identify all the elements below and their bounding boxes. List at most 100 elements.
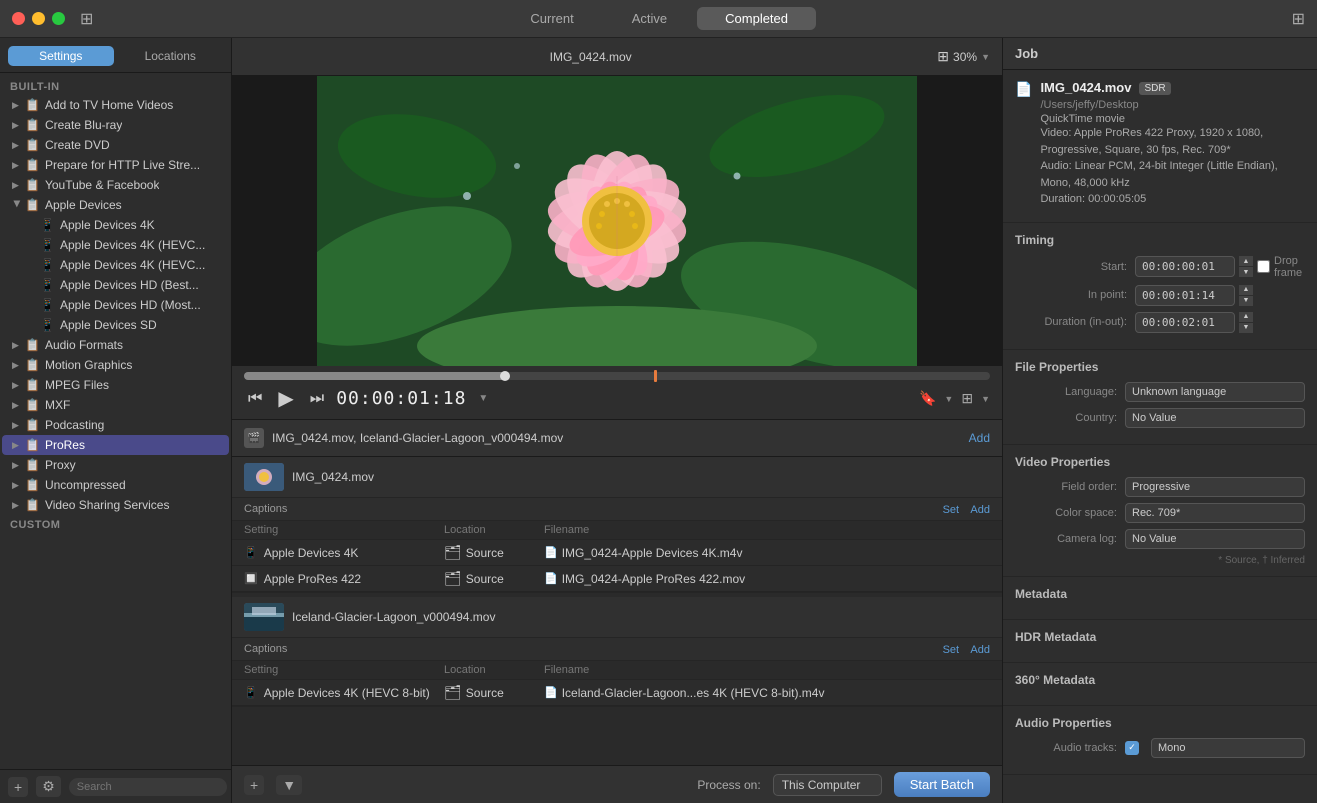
- chevron-icon: ▶: [12, 460, 22, 471]
- color-space-select[interactable]: Rec. 709*: [1125, 503, 1305, 523]
- duration-down-button[interactable]: ▼: [1239, 323, 1253, 333]
- tab-completed[interactable]: Completed: [697, 7, 816, 30]
- sidebar-item-video-sharing[interactable]: ▶ 📋 Video Sharing Services: [2, 495, 229, 515]
- metadata-section: Metadata: [1003, 577, 1317, 620]
- camera-log-value: No Value: [1125, 529, 1305, 549]
- in-point-input[interactable]: [1135, 285, 1235, 306]
- sidebar-item-podcasting[interactable]: ▶ 📋 Podcasting: [2, 415, 229, 435]
- bookmark-icon[interactable]: 🔖: [919, 390, 936, 407]
- sidebar-item-apple-sd[interactable]: 📱 Apple Devices SD: [2, 315, 229, 335]
- device-icon: 📱: [40, 318, 55, 332]
- chevron-icon: ▶: [12, 440, 22, 451]
- sidebar-toggle-icon[interactable]: ⊞: [80, 9, 93, 29]
- tab-settings[interactable]: Settings: [8, 46, 114, 66]
- play-button[interactable]: ▶: [274, 384, 297, 413]
- sidebar-item-blu-ray[interactable]: ▶ 📋 Create Blu-ray: [2, 115, 229, 135]
- captions-actions: Set Add: [943, 502, 990, 516]
- duration-label: Duration (in-out):: [1015, 316, 1135, 328]
- tab-locations[interactable]: Locations: [118, 46, 224, 66]
- duration-input[interactable]: [1135, 312, 1235, 333]
- layout-icon[interactable]: ⊞: [1292, 9, 1305, 29]
- country-label: Country:: [1015, 412, 1125, 424]
- scrubber-thumb[interactable]: [500, 371, 510, 381]
- table-row: 📱 Apple Devices 4K (HEVC 8-bit) 🗂 Source…: [232, 680, 1002, 706]
- job-settings-button[interactable]: ▼: [276, 775, 302, 795]
- language-select[interactable]: Unknown language: [1125, 382, 1305, 402]
- add-output-button[interactable]: Add: [969, 431, 990, 445]
- start-field: Start: ▲ ▼ Drop frame: [1015, 255, 1305, 279]
- sidebar-item-mxf[interactable]: ▶ 📋 MXF: [2, 395, 229, 415]
- sidebar-item-audio-formats[interactable]: ▶ 📋 Audio Formats: [2, 335, 229, 355]
- process-select[interactable]: This Computer: [773, 774, 882, 796]
- col-location-header: Location: [444, 664, 544, 676]
- captions-add-button[interactable]: Add: [970, 504, 990, 516]
- preset-icon: 📋: [25, 158, 40, 172]
- sidebar-item-label: Audio Formats: [45, 338, 123, 352]
- preset-icon: 📋: [25, 438, 40, 452]
- sidebar-item-motion-graphics[interactable]: ▶ 📋 Motion Graphics: [2, 355, 229, 375]
- chevron-down-icon[interactable]: ▼: [944, 394, 953, 404]
- go-to-end-button[interactable]: ⏭: [306, 388, 328, 410]
- center-panel: IMG_0424.mov ⊞ 30% ▼: [232, 38, 1002, 803]
- sidebar-item-proxy[interactable]: ▶ 📋 Proxy: [2, 455, 229, 475]
- chevron-icon: ▶: [12, 180, 22, 191]
- scrubber-track[interactable]: [244, 372, 990, 380]
- captions-set-button[interactable]: Set: [943, 644, 960, 656]
- go-to-start-button[interactable]: ⏮: [244, 388, 266, 410]
- start-down-button[interactable]: ▼: [1239, 267, 1253, 277]
- drop-frame-checkbox: Drop frame: [1257, 255, 1305, 279]
- in-point-up-button[interactable]: ▲: [1239, 285, 1253, 295]
- captions-add-button[interactable]: Add: [970, 644, 990, 656]
- audio-tracks-select[interactable]: Mono: [1151, 738, 1305, 758]
- minimize-button[interactable]: [32, 12, 45, 25]
- transport-bar: ⏮ ▶ ⏭ 00:00:01:18 ▼ 🔖 ▼ ⊞ ▼: [232, 366, 1002, 420]
- sidebar-item-label: Apple Devices 4K (HEVC...: [60, 258, 205, 272]
- sidebar-item-youtube-facebook[interactable]: ▶ 📋 YouTube & Facebook: [2, 175, 229, 195]
- captions-set-button[interactable]: Set: [943, 504, 960, 516]
- camera-log-select[interactable]: No Value: [1125, 529, 1305, 549]
- sidebar-item-apple-4k-hevc1[interactable]: 📱 Apple Devices 4K (HEVC...: [2, 235, 229, 255]
- sidebar-item-label: Apple Devices HD (Best...: [60, 278, 199, 292]
- sidebar-item-apple-hd-most[interactable]: 📱 Apple Devices HD (Most...: [2, 295, 229, 315]
- audio-tracks-checkbox[interactable]: ✓: [1125, 741, 1139, 755]
- video-properties-title: Video Properties: [1015, 455, 1305, 469]
- output-item-header: IMG_0424.mov: [232, 457, 1002, 498]
- add-preset-button[interactable]: +: [8, 777, 28, 797]
- zoom-value: 30%: [953, 50, 977, 64]
- start-up-button[interactable]: ▲: [1239, 256, 1253, 266]
- setting-cell: 📱 Apple Devices 4K: [244, 546, 444, 560]
- table-row: 🔲 Apple ProRes 422 🗂 Source 📄 IMG_0424-A…: [232, 566, 1002, 592]
- time-chevron-icon: ▼: [478, 393, 488, 404]
- duration-up-button[interactable]: ▲: [1239, 312, 1253, 322]
- tab-current[interactable]: Current: [502, 7, 601, 30]
- add-job-button[interactable]: +: [244, 775, 264, 795]
- view-chevron-icon[interactable]: ▼: [981, 394, 990, 404]
- view-icon[interactable]: ⊞: [961, 390, 973, 407]
- maximize-button[interactable]: [52, 12, 65, 25]
- sidebar-item-mpeg-files[interactable]: ▶ 📋 MPEG Files: [2, 375, 229, 395]
- start-input[interactable]: [1135, 256, 1235, 277]
- device-icon: 📱: [40, 258, 55, 272]
- start-batch-button[interactable]: Start Batch: [894, 772, 990, 797]
- search-input[interactable]: [69, 778, 227, 796]
- sidebar-item-apple-4k-hevc2[interactable]: 📱 Apple Devices 4K (HEVC...: [2, 255, 229, 275]
- field-order-select[interactable]: Progressive: [1125, 477, 1305, 497]
- preset-icon: 📋: [25, 198, 40, 212]
- output-file-name: IMG_0424-Apple Devices 4K.m4v: [562, 546, 743, 560]
- sidebar-item-uncompressed[interactable]: ▶ 📋 Uncompressed: [2, 475, 229, 495]
- in-point-down-button[interactable]: ▼: [1239, 296, 1253, 306]
- sidebar-item-add-tv[interactable]: ▶ 📋 Add to TV Home Videos: [2, 95, 229, 115]
- sidebar-item-prores[interactable]: ▶ 📋 ProRes: [2, 435, 229, 455]
- sidebar-item-apple-devices[interactable]: ▶ 📋 Apple Devices: [2, 195, 229, 215]
- country-select[interactable]: No Value: [1125, 408, 1305, 428]
- sidebar-item-apple-hd-best[interactable]: 📱 Apple Devices HD (Best...: [2, 275, 229, 295]
- sidebar-item-http-live[interactable]: ▶ 📋 Prepare for HTTP Live Stre...: [2, 155, 229, 175]
- close-button[interactable]: [12, 12, 25, 25]
- settings-button[interactable]: ⚙: [36, 776, 61, 797]
- sidebar-item-create-dvd[interactable]: ▶ 📋 Create DVD: [2, 135, 229, 155]
- video-properties-note: * Source, † Inferred: [1015, 555, 1305, 566]
- tab-active[interactable]: Active: [604, 7, 695, 30]
- job-audio-info: Audio: Linear PCM, 24-bit Integer (Littl…: [1040, 158, 1305, 191]
- sidebar-item-apple-4k[interactable]: 📱 Apple Devices 4K: [2, 215, 229, 235]
- drop-frame-check[interactable]: [1257, 260, 1270, 273]
